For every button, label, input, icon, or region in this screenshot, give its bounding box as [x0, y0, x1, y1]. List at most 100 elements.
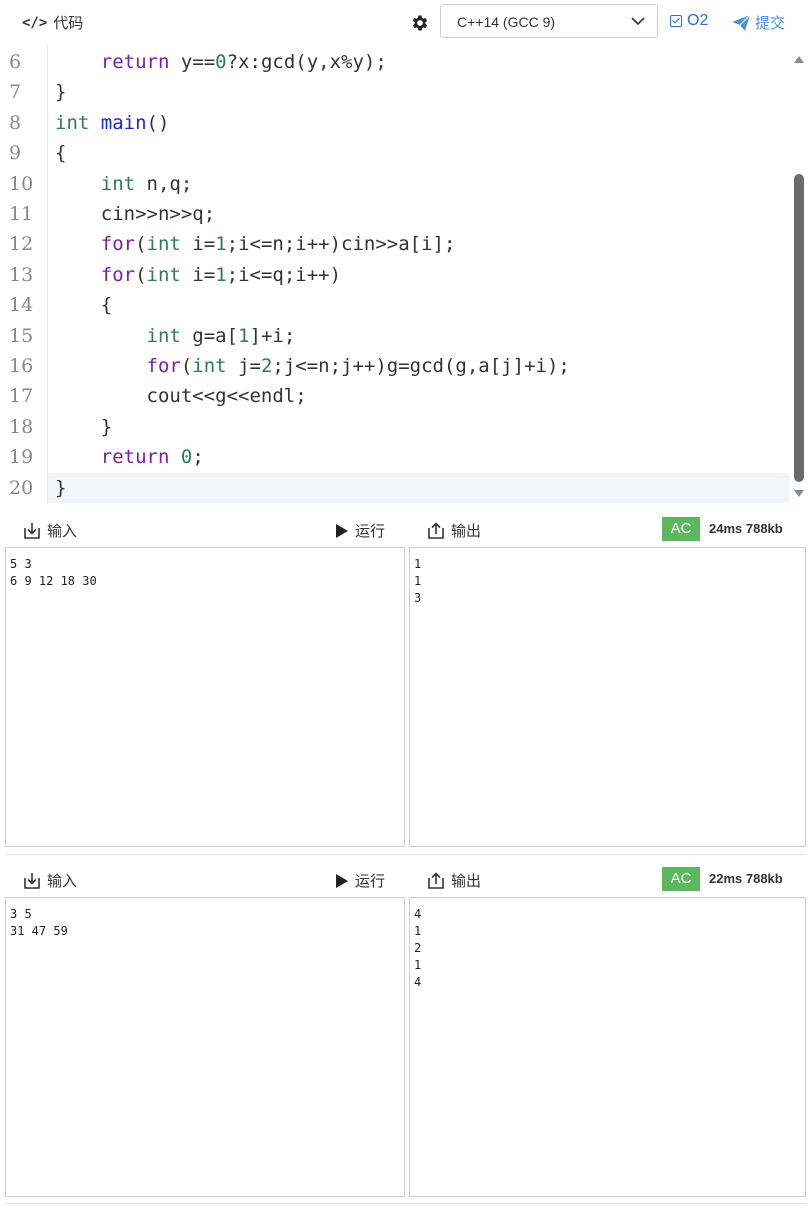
- code-line: cout<<g<<endl;: [55, 381, 307, 411]
- output-tab[interactable]: 输出: [427, 520, 481, 541]
- run-button[interactable]: 运行: [335, 520, 385, 541]
- language-select[interactable]: C++14 (GCC 9): [440, 4, 658, 38]
- code-token: 1: [238, 324, 250, 347]
- language-value: C++14 (GCC 9): [457, 14, 556, 30]
- code-token: cout<<g<<endl;: [55, 385, 307, 408]
- editor-scrollbar[interactable]: [792, 46, 806, 504]
- code-token: int: [55, 111, 90, 134]
- line-number: 7: [9, 81, 22, 104]
- input-textarea[interactable]: 5 3 6 9 12 18 30: [5, 547, 405, 847]
- code-token: (: [135, 263, 147, 286]
- output-label: 输出: [451, 873, 482, 890]
- gear-icon[interactable]: [410, 13, 430, 33]
- scroll-down-arrow-icon[interactable]: [794, 490, 804, 497]
- code-line: for(int j=2;j<=n;j++)g=gcd(g,a[j]+i);: [55, 351, 570, 381]
- o2-toggle[interactable]: O2: [670, 12, 708, 30]
- code-token: ?x:gcd(y,x%y);: [226, 51, 387, 73]
- line-number: 20: [9, 476, 34, 499]
- code-token: int: [100, 172, 136, 195]
- code-line: cin>>n>>q;: [55, 199, 215, 229]
- output-area: 1 1 3: [409, 547, 806, 847]
- code-token: return: [100, 446, 170, 469]
- code-line: {: [55, 138, 66, 168]
- download-icon: [24, 522, 40, 539]
- code-token: 0: [215, 51, 227, 73]
- line-number: 18: [9, 415, 34, 438]
- line-number: 19: [9, 446, 34, 469]
- code-token: (: [180, 355, 193, 377]
- line-number: 15: [9, 324, 34, 347]
- line-number: 13: [9, 263, 34, 286]
- code-token: cin>>n>>q;: [55, 203, 216, 225]
- line-number: 9: [9, 142, 22, 165]
- run-label: 运行: [355, 523, 386, 540]
- line-number: 14: [9, 294, 34, 317]
- code-line: int g=a[1]+i;: [55, 321, 296, 351]
- code-tab-title[interactable]: </> 代码: [22, 12, 83, 33]
- test-case-header: 输入 运行 输出 AC 22ms 788kb: [5, 861, 806, 897]
- code-token: 2: [260, 355, 273, 377]
- line-number: 16: [9, 355, 34, 377]
- upload-icon: [428, 871, 444, 889]
- line-number: 6: [9, 51, 22, 73]
- code-line: int main(): [55, 108, 169, 138]
- code-token: (: [135, 233, 147, 256]
- play-icon: [336, 523, 348, 538]
- run-stats: 24ms 788kb: [709, 521, 783, 536]
- test-case-1: 输入 运行 输出 AC 24ms 788kb 5 3 6 9 12 18 30 …: [5, 511, 806, 847]
- line-number: 17: [9, 385, 34, 408]
- submit-label: 提交: [755, 15, 786, 32]
- code-token: {: [55, 294, 113, 317]
- checkbox-icon: [670, 15, 682, 27]
- run-label: 运行: [355, 873, 386, 890]
- output-area: 4 1 2 1 4: [409, 897, 806, 1197]
- play-icon: [336, 873, 348, 888]
- scrollbar-thumb[interactable]: [794, 174, 804, 482]
- code-area[interactable]: return y==0?x:gcd(y,x%y);} int main(){ in…: [55, 46, 790, 504]
- chevron-down-icon: [631, 17, 645, 26]
- test-case-header: 输入 运行 输出 AC 24ms 788kb: [5, 511, 806, 547]
- code-token: return: [100, 51, 170, 73]
- code-token: {: [55, 142, 67, 165]
- code-line: return 0;: [55, 442, 204, 472]
- scroll-up-arrow-icon[interactable]: [794, 56, 804, 63]
- submit-button[interactable]: 提交: [732, 12, 785, 33]
- code-token: (): [146, 111, 170, 134]
- upload-icon: [428, 521, 444, 539]
- code-line: }: [55, 412, 112, 442]
- input-tab[interactable]: 输入: [23, 870, 77, 891]
- code-token: }: [55, 476, 67, 499]
- code-token: }: [55, 415, 113, 438]
- line-number-gutter: 6 7 8 9 10 11 12 13 14 15 16 17 18 19 20: [5, 46, 48, 504]
- download-icon: [24, 872, 40, 889]
- code-token: main: [100, 111, 147, 134]
- toolbar: </> 代码 C++14 (GCC 9) O2 提交: [0, 0, 812, 46]
- line-number: 8: [9, 111, 22, 134]
- o2-label: O2: [687, 12, 709, 29]
- code-token: ;j<=n;j++)g=gcd(g,a[j]+i);: [272, 355, 570, 377]
- line-number: 11: [9, 203, 34, 225]
- code-token: 1: [215, 263, 227, 286]
- line-number: 10: [9, 172, 34, 195]
- input-tab[interactable]: 输入: [23, 520, 77, 541]
- code-token: ;i<=n;i++)cin>>a[i];: [226, 233, 456, 256]
- code-line: int n,q;: [55, 169, 193, 199]
- code-token: i=: [180, 263, 216, 286]
- code-editor[interactable]: 6 7 8 9 10 11 12 13 14 15 16 17 18 19 20 return y==0?x…: [5, 46, 806, 504]
- input-textarea[interactable]: 3 5 31 47 59: [5, 897, 405, 1197]
- code-token: int: [192, 355, 227, 377]
- divider: [5, 1203, 806, 1204]
- run-button[interactable]: 运行: [335, 870, 385, 891]
- code-token: 0: [180, 446, 193, 469]
- code-line: return y==0?x:gcd(y,x%y);: [55, 47, 387, 77]
- code-token: y==: [169, 51, 216, 73]
- output-tab[interactable]: 输出: [427, 870, 481, 891]
- code-token: j=: [226, 355, 261, 377]
- code-line: for(int i=1;i<=q;i++): [55, 260, 341, 290]
